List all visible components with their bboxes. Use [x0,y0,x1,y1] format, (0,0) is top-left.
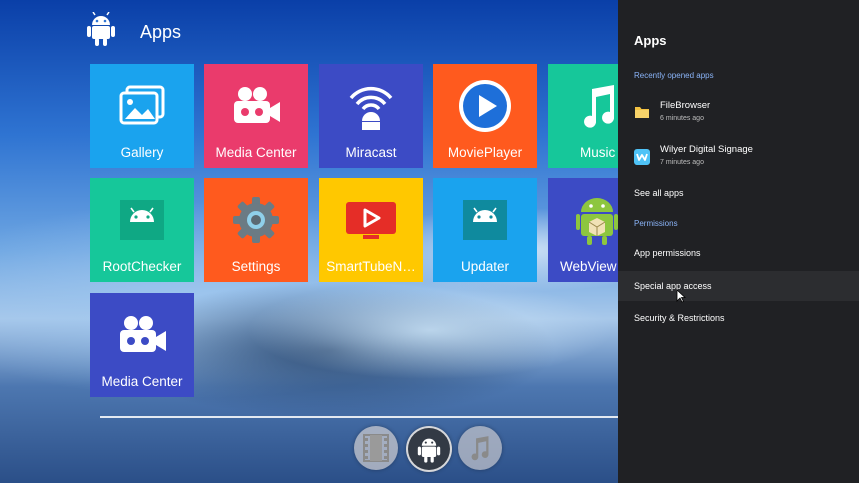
app-tile-miracast[interactable]: Miracast [319,64,423,168]
app-tile-smarttube[interactable]: SmartTubeN… [319,178,423,282]
dock-divider [100,416,618,418]
app-tile-label: SmartTubeN… [326,259,416,274]
app-tile-label: MoviePlayer [447,145,523,160]
app-tile-label: Miracast [345,145,397,160]
android-icon [463,200,507,240]
folder-icon [635,107,649,118]
page-title: Apps [140,22,182,42]
menu-item-label: Special app access [634,281,712,291]
app-tile-label: Media Center [101,374,183,389]
wilyer-icon [634,149,650,165]
dock-apps-button[interactable] [406,426,452,472]
apps-settings-panel: Apps Recently opened apps FileBrowser 6 … [618,0,859,483]
android-icon [120,200,164,240]
recent-app-name: Wilyer Digital Signage [660,144,753,155]
video-camera-icon [234,87,280,123]
miracast-icon [349,86,393,130]
app-tile-media-center-2[interactable]: Media Center [90,293,194,397]
video-camera-icon [120,316,166,352]
special-app-access-item[interactable]: Special app access [618,271,859,301]
app-tile-settings[interactable]: Settings [204,178,308,282]
app-tile-label: WebView [560,259,617,274]
app-tile-label: Gallery [120,145,164,160]
app-tile-updater[interactable]: Updater [433,178,537,282]
see-all-apps-link[interactable]: See all apps [618,178,859,208]
menu-item-label: Security & Restrictions [634,313,725,323]
recent-app-wilyer[interactable]: Wilyer Digital Signage 7 minutes ago [618,139,859,179]
panel-title: Apps [634,33,667,48]
menu-item-label: See all apps [634,188,684,198]
app-tile-rootchecker[interactable]: RootChecker [90,178,194,282]
app-tile-label: Music [580,145,616,160]
app-tile-webview[interactable]: WebView [548,178,618,282]
recent-apps-heading: Recently opened apps [634,71,714,80]
app-permissions-item[interactable]: App permissions [618,238,859,268]
app-tile-label: Updater [460,259,510,274]
dock-video-button[interactable] [354,426,398,470]
android-icon [87,12,115,46]
app-tile-gallery[interactable]: Gallery [90,64,194,168]
gallery-icon [119,85,165,125]
android-box-icon [576,198,618,245]
tv-play-icon [346,202,396,239]
permissions-heading: Permissions [634,219,678,228]
mouse-cursor-icon [676,289,686,303]
android-icon [417,438,441,463]
launcher-background: Apps Gallery Media Center Miracast Movie… [0,0,618,483]
recent-app-filebrowser[interactable]: FileBrowser 6 minutes ago [618,95,859,135]
app-tile-label: RootChecker [102,259,182,274]
play-circle-icon [459,80,511,132]
app-tile-media-center[interactable]: Media Center [204,64,308,168]
recent-app-time: 7 minutes ago [660,159,704,166]
app-tile-movieplayer[interactable]: MoviePlayer [433,64,537,168]
app-tile-label: Settings [231,259,281,274]
recent-app-name: FileBrowser [660,100,711,111]
music-note-icon [471,436,489,461]
music-note-icon [584,85,615,128]
recent-app-time: 6 minutes ago [660,115,704,122]
film-icon [363,434,389,462]
menu-item-label: App permissions [634,248,701,258]
app-tile-music[interactable]: Music [548,64,618,168]
dock-music-button[interactable] [458,426,502,470]
gear-icon [233,197,279,243]
security-restrictions-item[interactable]: Security & Restrictions [618,303,859,333]
app-tile-label: Media Center [215,145,297,160]
